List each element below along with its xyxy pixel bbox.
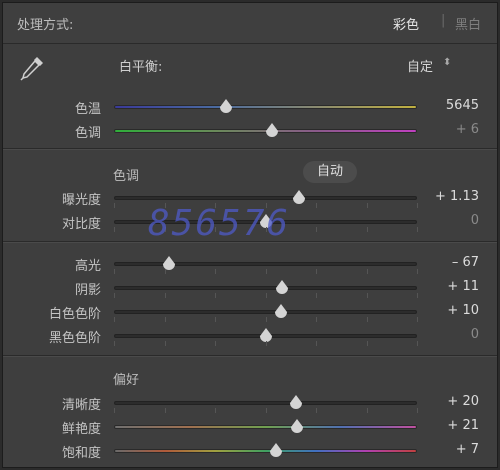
highlights-slider-value[interactable]: – 67 [452, 255, 479, 270]
highlights-slider-track[interactable] [114, 262, 417, 266]
highlights-slider-thumb[interactable] [162, 256, 175, 270]
clarity-slider-track[interactable] [114, 401, 417, 405]
tint-slider-value[interactable]: + 6 [456, 122, 479, 137]
saturation-slider: 饱和度 + 7 [3, 440, 497, 461]
white-balance-dropdown[interactable]: 自定 [407, 56, 433, 75]
exposure-slider-label: 曝光度 [61, 193, 101, 208]
clarity-slider-label: 清晰度 [61, 398, 101, 413]
treatment-header: 处理方式: 彩色 | 黑白 [3, 3, 497, 43]
temperature-slider-value[interactable]: 5645 [446, 98, 479, 113]
tint-slider-label: 色调 [74, 126, 101, 141]
highlights-slider-label: 高光 [74, 259, 101, 274]
blacks-slider-thumb[interactable] [259, 328, 272, 342]
shadows-slider-track[interactable] [114, 286, 417, 290]
slider-ticks [114, 269, 418, 275]
vibrance-slider: 鲜艳度 + 21 [3, 416, 497, 437]
whites-slider-label: 白色色阶 [48, 307, 101, 322]
watermark-text: 856576 [148, 203, 291, 244]
slider-ticks [114, 293, 418, 299]
temperature-slider-track[interactable] [114, 105, 417, 109]
eyedropper-icon[interactable] [17, 53, 47, 83]
clarity-slider-thumb[interactable] [289, 395, 302, 409]
exposure-slider-value[interactable]: + 1.13 [435, 189, 479, 204]
treatment-bw-option[interactable]: 黑白 [455, 14, 481, 33]
vibrance-slider-track[interactable] [114, 425, 417, 429]
saturation-slider-thumb[interactable] [270, 443, 283, 457]
shadows-slider-label: 阴影 [74, 283, 101, 298]
saturation-slider-track[interactable] [114, 449, 417, 453]
tone-section-label: 色调 [113, 169, 140, 184]
whites-slider-track[interactable] [114, 310, 417, 314]
treatment-color-option[interactable]: 彩色 [393, 14, 419, 33]
blacks-slider-label: 黑色色阶 [48, 331, 101, 346]
clarity-slider-value[interactable]: + 20 [447, 394, 479, 409]
whites-slider-value[interactable]: + 10 [447, 303, 479, 318]
contrast-slider-value[interactable]: 0 [471, 213, 479, 228]
blacks-slider-value[interactable]: 0 [471, 327, 479, 342]
presence-section-label: 偏好 [113, 373, 140, 388]
exposure-slider-track[interactable] [114, 196, 417, 200]
slider-ticks [114, 408, 418, 414]
tint-slider-thumb[interactable] [265, 123, 278, 137]
white-balance-label: 白平衡: [119, 60, 163, 75]
treatment-separator: | [441, 13, 446, 28]
whites-slider-thumb[interactable] [274, 304, 287, 318]
temperature-slider-label: 色温 [74, 102, 101, 117]
saturation-slider-value[interactable]: + 7 [456, 442, 479, 457]
saturation-slider-label: 饱和度 [61, 446, 101, 461]
shadows-slider-value[interactable]: + 11 [447, 279, 479, 294]
dropdown-arrow-icon[interactable]: ⬍ [443, 57, 451, 68]
temperature-slider: 色温 5645 [3, 96, 497, 117]
shadows-slider-thumb[interactable] [276, 280, 289, 294]
tint-slider: 色调 + 6 [3, 120, 497, 141]
vibrance-slider-label: 鲜艳度 [61, 422, 101, 437]
slider-ticks [114, 341, 418, 347]
header-divider [3, 43, 497, 44]
vibrance-slider-value[interactable]: + 21 [447, 418, 479, 433]
exposure-slider-thumb[interactable] [292, 190, 305, 204]
slider-ticks [114, 317, 418, 323]
treatment-label: 处理方式: [17, 18, 74, 33]
basic-panel: 处理方式: 彩色 | 黑白 白平衡: 自定 ⬍ 色温 5645 色调 + 6 色调 自… [2, 2, 498, 468]
temperature-slider-thumb[interactable] [220, 99, 233, 113]
auto-tone-button[interactable]: 自动 [303, 161, 357, 183]
vibrance-slider-thumb[interactable] [291, 419, 304, 433]
contrast-slider-label: 对比度 [61, 217, 101, 232]
